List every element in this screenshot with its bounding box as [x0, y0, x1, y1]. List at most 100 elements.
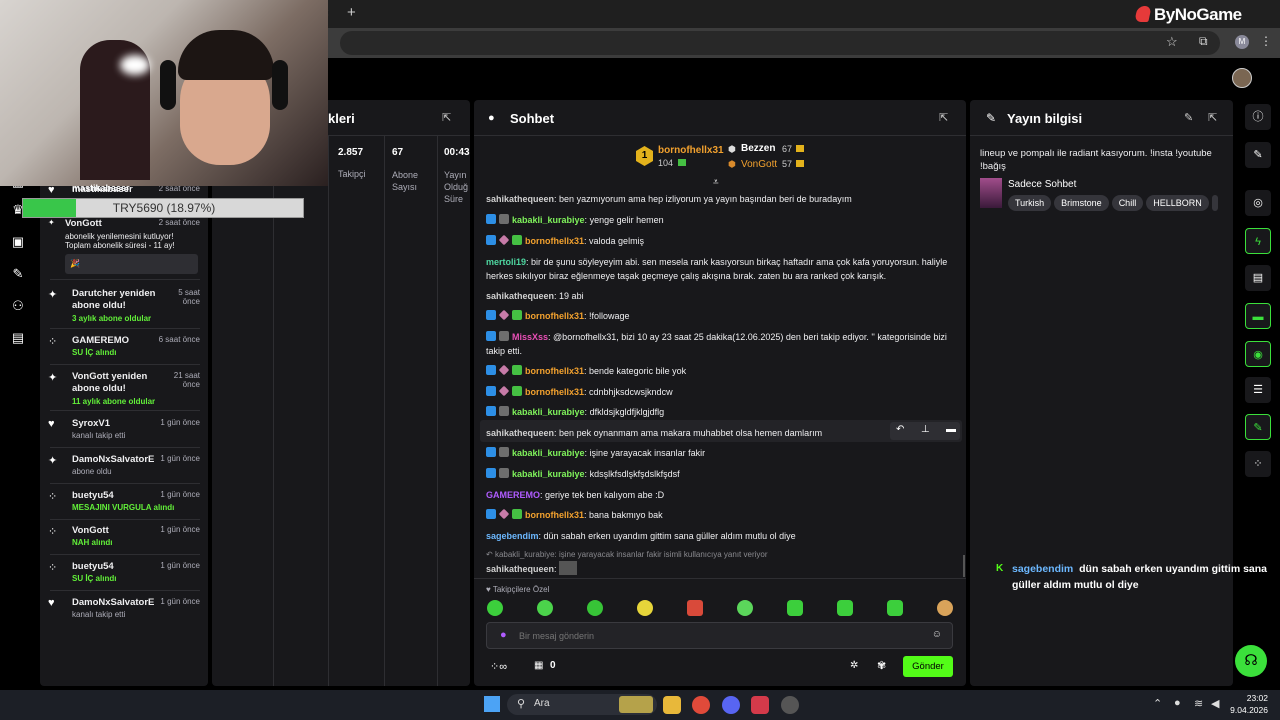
- profile-avatar[interactable]: M: [1235, 35, 1249, 49]
- chat-message: GAMEREMO: geriye tek ben kalıyom abe :D: [486, 490, 665, 500]
- leader-second-score: 67: [782, 144, 793, 154]
- extensions-icon[interactable]: ⧉: [1199, 34, 1208, 49]
- sub-badge-icon: [796, 145, 804, 152]
- tag[interactable]: HELLBORN: [1146, 195, 1209, 211]
- popout-icon[interactable]: ⇱: [442, 111, 451, 124]
- emote-button[interactable]: [887, 600, 903, 616]
- capture-icon[interactable]: ◎: [1245, 190, 1271, 216]
- chat-icon[interactable]: ▬: [1245, 303, 1271, 329]
- send-button[interactable]: Gönder: [903, 656, 953, 677]
- chrome-icon[interactable]: [692, 696, 710, 714]
- chat-message: sahikathequeen: 19 abi: [486, 291, 584, 301]
- emote-button[interactable]: [637, 600, 653, 616]
- chat-input[interactable]: [519, 627, 919, 645]
- settings-icon[interactable]: ✲: [850, 660, 858, 671]
- store-icon[interactable]: ▦: [534, 660, 543, 671]
- leader-third-score: 57: [782, 159, 793, 169]
- microphone-icon[interactable]: ●: [500, 629, 507, 641]
- film-icon[interactable]: ▣: [8, 234, 28, 250]
- goal-bar: TRY5690 (18.97%): [22, 198, 304, 218]
- users-icon[interactable]: ⚇: [8, 298, 28, 314]
- popout-icon[interactable]: ⇱: [939, 111, 948, 124]
- delete-icon[interactable]: ▬: [946, 424, 956, 435]
- tag[interactable]: Turkish: [1008, 195, 1052, 211]
- gift-icon[interactable]: ✾: [877, 659, 886, 672]
- collapse-leaderboard-icon[interactable]: ⩡: [713, 177, 719, 188]
- chat-title: Sohbet: [510, 111, 555, 126]
- emote-button[interactable]: [687, 600, 703, 616]
- emote-button[interactable]: [787, 600, 803, 616]
- taskbar-search[interactable]: ⚲ Ara: [507, 694, 657, 715]
- tag[interactable]: Brimstone: [1054, 195, 1109, 211]
- widget-icon[interactable]: ▤: [8, 330, 28, 346]
- tag[interactable]: Chill: [1111, 195, 1144, 211]
- volume-icon[interactable]: ◀: [1211, 697, 1219, 710]
- wrench-icon[interactable]: ✎: [8, 266, 28, 282]
- tag-list: Turkish Brimstone Chill HELLBORN: [1008, 193, 1223, 211]
- community-icon[interactable]: ⁘∞: [490, 660, 507, 673]
- chat-scrollbar[interactable]: [963, 555, 965, 577]
- emoji-icon[interactable]: ☺: [932, 629, 942, 640]
- address-bar[interactable]: [340, 31, 1220, 55]
- headphone-right: [272, 60, 288, 110]
- search-highlight-image: [619, 696, 653, 713]
- headphone-left: [160, 60, 176, 110]
- emote-button[interactable]: [837, 600, 853, 616]
- tag-overflow[interactable]: [1211, 195, 1219, 211]
- subscribers-count: 67: [392, 147, 404, 158]
- dots-icon: ⁘: [48, 336, 58, 348]
- popout-icon[interactable]: ⇱: [1208, 111, 1217, 124]
- rank-two-icon: ⬢: [728, 144, 736, 154]
- file-explorer-icon[interactable]: [663, 696, 681, 714]
- sub-message-box: 🎉: [65, 254, 198, 274]
- stream-duration: 00:43: [444, 147, 470, 158]
- list-item: ✦ VonGott 2 saat önce abonelik yenilemes…: [48, 218, 200, 274]
- leader-first-name: bornofhellx31: [658, 145, 724, 156]
- pencil-icon[interactable]: ✎: [1245, 142, 1271, 168]
- emote-button[interactable]: [537, 600, 553, 616]
- emote-button[interactable]: [587, 600, 603, 616]
- category-thumbnail[interactable]: [980, 178, 1002, 208]
- layout-icon[interactable]: ☰: [1245, 377, 1271, 403]
- user-avatar[interactable]: [1232, 68, 1252, 88]
- points-count: 0: [550, 660, 556, 671]
- chat-message: bornofhellx31: cdnbhjksdcwsjkndcw: [486, 385, 956, 399]
- brand-name: ByNoGame: [1154, 5, 1242, 24]
- new-tab-button[interactable]: +: [347, 4, 356, 21]
- chat-message[interactable]: sahikathequeen: ben pek oynanmam ama mak…: [486, 426, 886, 440]
- wifi-icon[interactable]: ≋: [1194, 697, 1203, 710]
- followers-label: Takipçi: [338, 169, 366, 179]
- tray-chevron-icon[interactable]: ⌃: [1153, 697, 1162, 710]
- sub-badge-icon: [678, 159, 686, 166]
- community-icon[interactable]: ⁘: [1245, 451, 1271, 477]
- app-icon[interactable]: [781, 696, 799, 714]
- emote-button[interactable]: [487, 600, 503, 616]
- broadcast-icon[interactable]: ◉: [1245, 341, 1271, 367]
- chat-message: kabakli_kurabiye: işine yarayacak insanl…: [486, 446, 956, 460]
- reply-icon[interactable]: ↶: [896, 424, 904, 435]
- tools-icon[interactable]: ✎: [1245, 414, 1271, 440]
- kick-logo-icon: K: [996, 563, 1004, 574]
- emote-image: [559, 561, 578, 575]
- pin-icon[interactable]: ⊥: [921, 424, 930, 435]
- subscribers-label: Abone Sayısı: [392, 170, 419, 192]
- list-item: ⁘ VonGott 1 gün önce NAH alındı: [48, 525, 200, 547]
- message-actions: ↶ ⊥ ▬: [890, 422, 960, 440]
- info-icon[interactable]: ⓘ: [1245, 104, 1271, 130]
- app-icon[interactable]: [751, 696, 769, 714]
- lightning-icon[interactable]: ϟ: [1245, 228, 1271, 254]
- emote-button[interactable]: [737, 600, 753, 616]
- bookmark-star-icon[interactable]: ☆: [1166, 34, 1178, 50]
- dots-icon: ⁘: [48, 491, 58, 503]
- document-icon[interactable]: ▤: [1245, 265, 1271, 291]
- browser-menu-icon[interactable]: ⋮: [1260, 34, 1272, 48]
- emote-button[interactable]: [937, 600, 953, 616]
- discord-icon[interactable]: [722, 696, 740, 714]
- stream-duration-label: Yayın Olduğ Süre: [444, 170, 469, 204]
- edit-icon[interactable]: ✎: [1184, 111, 1193, 124]
- support-headset-icon[interactable]: ☊: [1235, 645, 1267, 677]
- category-name[interactable]: Sadece Sohbet: [1008, 179, 1076, 190]
- list-item: ⁘ GAMEREMO 6 saat önce SU İÇ alındı: [48, 335, 200, 357]
- microphone-icon[interactable]: ●: [1174, 697, 1181, 709]
- windows-start-icon[interactable]: [484, 696, 500, 712]
